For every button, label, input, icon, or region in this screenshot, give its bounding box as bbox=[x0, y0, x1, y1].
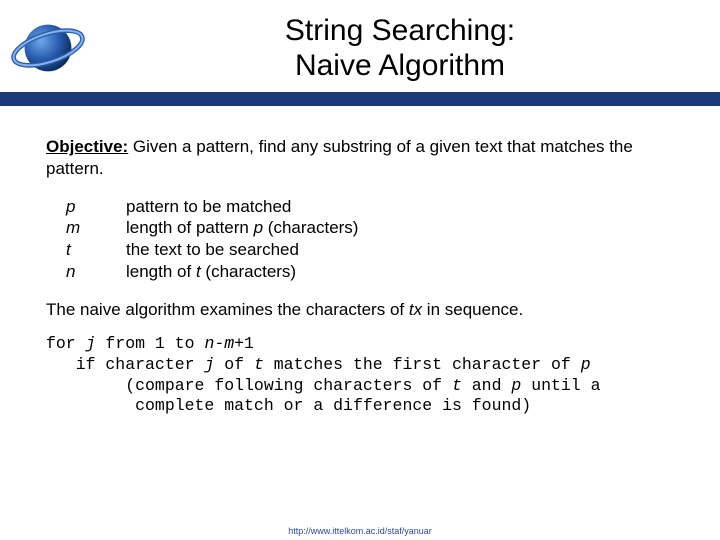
title-line-1: String Searching: bbox=[285, 14, 515, 47]
definition-symbol: m bbox=[66, 217, 126, 239]
title-container: String Searching: Naive Algorithm bbox=[90, 13, 720, 84]
definition-desc: length of pattern p (characters) bbox=[126, 217, 358, 239]
slide-title: String Searching: Naive Algorithm bbox=[90, 13, 710, 84]
logo-icon bbox=[6, 6, 90, 90]
header-bar bbox=[0, 92, 720, 106]
definitions-list: p pattern to be matched m length of patt… bbox=[66, 196, 674, 283]
definition-desc: length of t (characters) bbox=[126, 261, 296, 283]
definition-symbol: t bbox=[66, 239, 126, 261]
definition-desc: the text to be searched bbox=[126, 239, 299, 261]
definition-symbol: n bbox=[66, 261, 126, 283]
definition-row: n length of t (characters) bbox=[66, 261, 674, 283]
examine-paragraph: The naive algorithm examines the charact… bbox=[46, 299, 674, 321]
slide-header: String Searching: Naive Algorithm bbox=[0, 0, 720, 96]
definition-desc: pattern to be matched bbox=[126, 196, 291, 218]
definition-row: m length of pattern p (characters) bbox=[66, 217, 674, 239]
pseudocode-block: for j from 1 to n-m+1 if character j of … bbox=[46, 334, 674, 417]
definition-symbol: p bbox=[66, 196, 126, 218]
objective-text: Given a pattern, find any substring of a… bbox=[46, 137, 633, 178]
definition-row: p pattern to be matched bbox=[66, 196, 674, 218]
definition-row: t the text to be searched bbox=[66, 239, 674, 261]
title-line-2: Naive Algorithm bbox=[295, 49, 505, 82]
objective-paragraph: Objective: Given a pattern, find any sub… bbox=[46, 136, 674, 180]
objective-label: Objective: bbox=[46, 137, 128, 156]
slide-body: Objective: Given a pattern, find any sub… bbox=[0, 96, 720, 417]
footer-url: http://www.ittelkom.ac.id/staf/yanuar bbox=[0, 526, 720, 536]
